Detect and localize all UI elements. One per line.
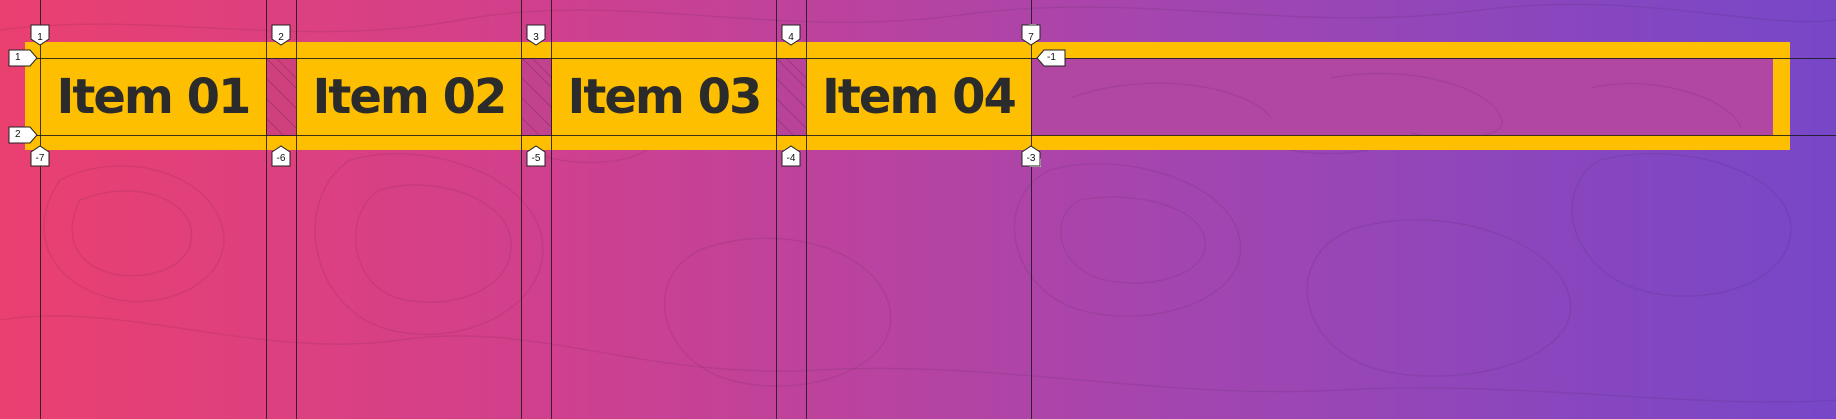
grid-item-04-label: Item 04 <box>822 69 1017 125</box>
column-number-marker: -4 <box>781 145 801 167</box>
grid-column-line <box>1031 0 1032 419</box>
grid-inspector-canvas: Item 01 Item 02 Item 03 Item 04 1 2 3 4 <box>0 0 1836 419</box>
column-number-marker: -6 <box>271 145 291 167</box>
grid-gap-2 <box>521 57 553 137</box>
grid-gap-1 <box>265 57 297 137</box>
grid-column-line <box>266 0 267 419</box>
grid-container-empty-area <box>1031 58 1773 135</box>
row-number-marker: -1 <box>1036 49 1066 67</box>
column-number-marker: 4 <box>781 24 801 46</box>
grid-item-04[interactable]: Item 04 <box>806 58 1031 136</box>
grid-column-line <box>806 0 807 419</box>
grid-column-line <box>776 0 777 419</box>
grid-item-02-label: Item 02 <box>312 69 508 125</box>
column-number-marker: 1 <box>30 24 50 46</box>
grid-column-line <box>521 0 522 419</box>
grid-item-01-label: Item 01 <box>56 69 252 125</box>
grid-column-line <box>551 0 552 419</box>
column-number-marker: 2 <box>271 24 291 46</box>
grid-row-line <box>30 135 1836 136</box>
column-number-marker: -3 <box>1021 145 1041 167</box>
grid-column-line <box>40 0 41 419</box>
grid-item-01[interactable]: Item 01 <box>40 58 266 136</box>
row-number-marker: 2 <box>8 126 38 144</box>
grid-column-line <box>296 0 297 419</box>
column-number-marker: 3 <box>526 24 546 46</box>
column-number-marker: -5 <box>526 145 546 167</box>
column-number-marker: -7 <box>30 145 50 167</box>
column-number-marker: 7 <box>1021 24 1041 46</box>
grid-item-03-label: Item 03 <box>567 69 763 125</box>
grid-item-02[interactable]: Item 02 <box>296 58 522 136</box>
grid-row-line <box>30 58 1836 59</box>
row-number-marker: 1 <box>8 49 38 67</box>
grid-gap-3 <box>775 57 807 137</box>
grid-item-03[interactable]: Item 03 <box>552 58 776 136</box>
